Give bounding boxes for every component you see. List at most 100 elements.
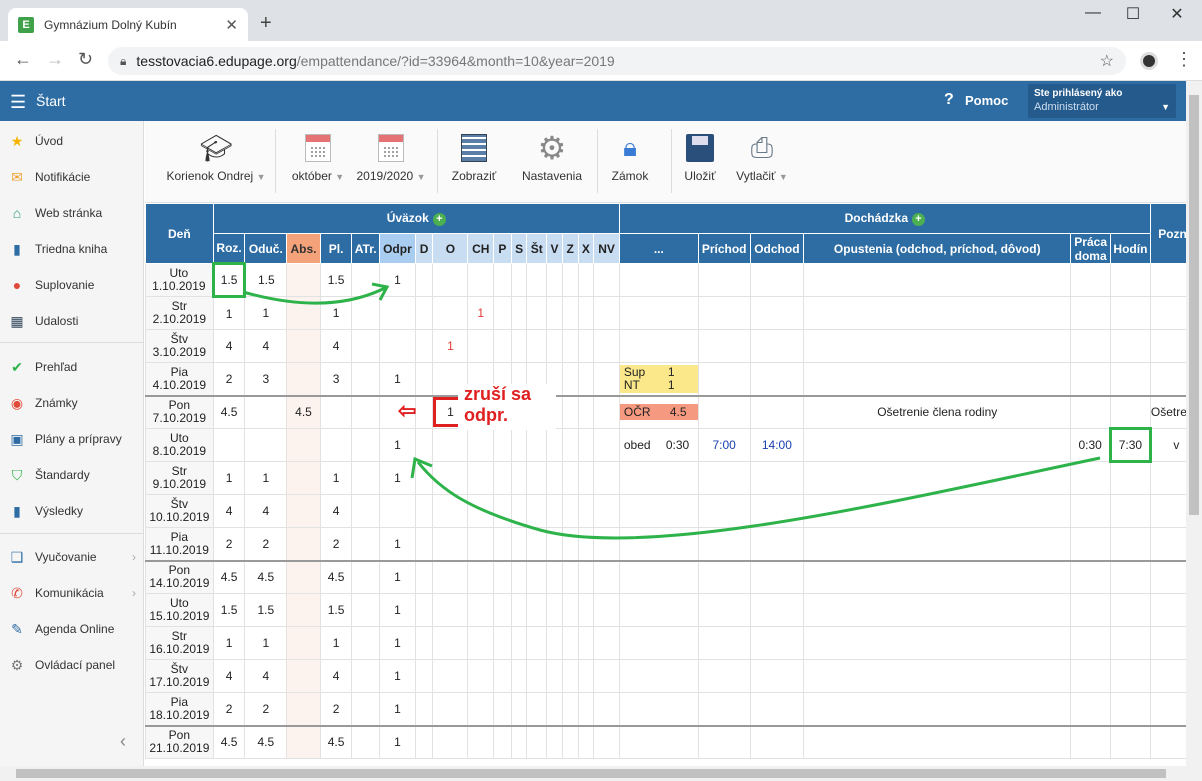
table-cell[interactable]: 4.5 [319, 559, 353, 594]
table-cell[interactable]: 1 [212, 626, 246, 660]
table-cell[interactable] [1070, 626, 1112, 660]
table-cell[interactable] [379, 329, 416, 363]
table-cell[interactable] [577, 296, 595, 330]
table-cell[interactable] [803, 724, 1072, 759]
table-cell[interactable] [286, 559, 321, 594]
sidebar-item-triedna-kniha[interactable]: ▮ Triedna kniha [0, 234, 144, 264]
table-cell[interactable] [467, 692, 495, 726]
table-cell[interactable] [467, 593, 495, 627]
table-cell[interactable]: 4 [319, 659, 353, 693]
table-cell[interactable] [561, 329, 579, 363]
table-cell[interactable] [593, 659, 620, 693]
year-select[interactable]: 2019/2020 ▼ [355, 131, 427, 183]
table-cell[interactable] [593, 263, 620, 297]
table-cell[interactable] [803, 296, 1072, 330]
table-cell[interactable] [351, 626, 381, 660]
table-cell[interactable] [351, 659, 381, 693]
table-cell[interactable]: 1 [379, 559, 416, 594]
table-cell[interactable] [546, 559, 563, 594]
table-cell[interactable] [493, 461, 512, 495]
table-cell[interactable] [1070, 296, 1112, 330]
table-cell[interactable]: 1.5 [244, 263, 288, 297]
table-cell[interactable] [351, 559, 381, 594]
maximize-icon[interactable]: ☐ [1118, 4, 1148, 24]
table-cell[interactable] [414, 659, 434, 693]
table-cell[interactable] [1110, 626, 1151, 660]
table-cell[interactable] [577, 593, 595, 627]
table-cell[interactable]: 2 [212, 527, 246, 561]
dots-cell[interactable]: Sup 1 NT 1 [618, 362, 699, 396]
bookmark-star-icon[interactable]: ☆ [1100, 51, 1114, 71]
table-cell[interactable] [467, 659, 495, 693]
table-cell[interactable] [414, 263, 434, 297]
sidebar-item-agenda[interactable]: ✎ Agenda Online [0, 614, 144, 644]
user-dropdown[interactable]: Ste prihlásený ako Administrátor ▼ [1028, 84, 1176, 118]
sidebar-item-notifikacie[interactable]: ✉ Notifikácie [0, 162, 144, 192]
table-cell[interactable] [577, 494, 595, 528]
table-cell[interactable] [510, 494, 528, 528]
table-cell[interactable] [510, 329, 528, 363]
table-cell[interactable]: 14:00 [749, 428, 805, 462]
dots-cell[interactable] [618, 527, 699, 561]
table-cell[interactable]: 4.5 [212, 559, 246, 594]
table-cell[interactable] [561, 296, 579, 330]
print-button[interactable]: ⎙ Vytlačiť ▼ [731, 131, 793, 184]
table-cell[interactable] [1110, 659, 1151, 693]
table-cell[interactable]: 4 [244, 329, 288, 363]
sidebar-item-ovladaci-panel[interactable]: ⚙ Ovládací panel [0, 650, 144, 680]
dots-cell[interactable] [618, 494, 699, 528]
table-cell[interactable] [414, 527, 434, 561]
table-cell[interactable] [286, 461, 321, 495]
month-select[interactable]: október ▼ [289, 131, 347, 183]
table-cell[interactable] [697, 593, 751, 627]
table-cell[interactable] [1070, 461, 1112, 495]
table-cell[interactable] [577, 362, 595, 396]
table-cell[interactable] [510, 724, 528, 759]
table-cell[interactable] [432, 692, 469, 726]
new-tab-icon[interactable]: + [260, 12, 272, 35]
table-cell[interactable] [286, 692, 321, 726]
add-icon[interactable]: + [912, 212, 925, 226]
table-cell[interactable] [593, 593, 620, 627]
table-cell[interactable] [510, 659, 528, 693]
table-cell[interactable] [432, 724, 469, 759]
table-cell[interactable]: 4.5 [244, 559, 288, 594]
table-cell[interactable] [561, 692, 579, 726]
dots-cell[interactable] [618, 724, 699, 759]
scrollbar-thumb[interactable] [16, 769, 1166, 778]
table-cell[interactable] [286, 263, 321, 297]
table-cell[interactable] [749, 559, 805, 594]
table-cell[interactable]: 1 [319, 626, 353, 660]
table-cell[interactable] [526, 329, 548, 363]
table-cell[interactable] [803, 329, 1072, 363]
table-cell[interactable] [593, 527, 620, 561]
sidebar-item-standardy[interactable]: ⛉ Štandardy [0, 460, 144, 490]
table-cell[interactable] [244, 394, 288, 429]
table-cell[interactable] [414, 593, 434, 627]
table-cell[interactable] [1070, 394, 1112, 429]
table-cell[interactable]: 2 [244, 527, 288, 561]
table-cell[interactable] [212, 428, 246, 462]
table-cell[interactable]: 2 [212, 692, 246, 726]
table-cell[interactable]: 1 [212, 296, 246, 330]
table-cell[interactable] [1110, 296, 1151, 330]
reload-icon[interactable]: ↻ [78, 49, 93, 70]
table-cell[interactable] [697, 296, 751, 330]
table-cell[interactable] [561, 394, 579, 429]
table-cell[interactable] [414, 329, 434, 363]
table-cell[interactable] [546, 263, 563, 297]
table-cell[interactable] [319, 428, 353, 462]
table-cell[interactable] [1110, 692, 1151, 726]
table-cell[interactable] [577, 461, 595, 495]
table-cell[interactable] [286, 593, 321, 627]
table-cell[interactable] [561, 593, 579, 627]
table-cell[interactable]: 1 [379, 263, 416, 297]
table-cell[interactable] [697, 394, 751, 429]
highlighted-cell[interactable]: 1.5 [211, 262, 247, 298]
table-cell[interactable] [510, 626, 528, 660]
dots-cell[interactable] [618, 659, 699, 693]
table-cell[interactable] [319, 394, 353, 429]
table-cell[interactable] [351, 428, 381, 462]
horizontal-scrollbar[interactable] [0, 766, 1202, 781]
table-cell[interactable] [351, 593, 381, 627]
